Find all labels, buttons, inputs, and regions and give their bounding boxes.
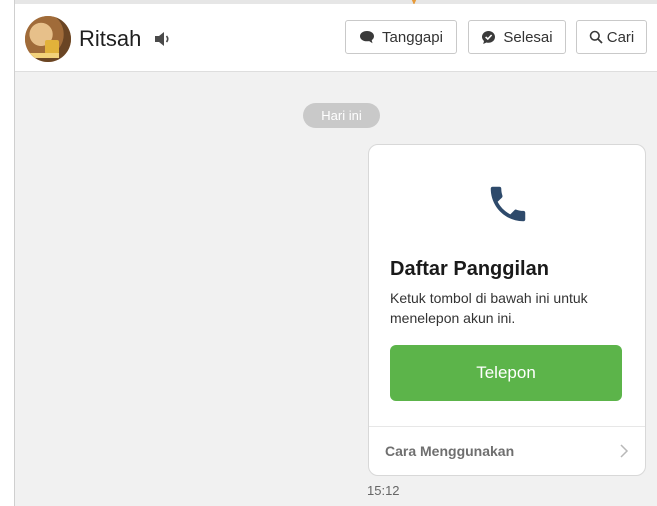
chat-header: Ritsah Tanggapi Selesai Cari xyxy=(15,4,657,72)
check-bubble-icon xyxy=(482,30,496,44)
date-separator: Hari ini xyxy=(303,103,380,128)
card-title: Daftar Panggilan xyxy=(390,258,549,280)
done-label: Selesai xyxy=(503,28,553,46)
speech-bubble-icon xyxy=(360,31,375,44)
avatar[interactable] xyxy=(25,16,71,62)
contact-name[interactable]: Ritsah xyxy=(79,26,141,52)
done-button[interactable]: Selesai xyxy=(468,20,566,54)
search-label: Cari xyxy=(606,28,635,46)
chat-window: Ritsah Tanggapi Selesai Cari Hari ini Da… xyxy=(14,0,657,506)
how-to-use-link[interactable]: Cara Menggunakan xyxy=(369,427,645,475)
search-icon xyxy=(589,30,603,44)
phone-icon xyxy=(490,186,526,222)
chevron-right-icon xyxy=(620,444,629,458)
reply-button[interactable]: Tanggapi xyxy=(345,20,457,54)
message-timestamp: 15:12 xyxy=(367,483,400,498)
card-description: Ketuk tombol di bawah ini untuk menelepo… xyxy=(390,290,588,326)
call-list-card: Daftar Panggilan Ketuk tombol di bawah i… xyxy=(368,144,646,476)
reply-label: Tanggapi xyxy=(382,28,443,46)
call-button[interactable]: Telepon xyxy=(390,345,622,401)
how-to-use-label: Cara Menggunakan xyxy=(385,443,515,459)
speaker-icon[interactable] xyxy=(154,31,172,47)
search-button[interactable]: Cari xyxy=(576,20,647,54)
